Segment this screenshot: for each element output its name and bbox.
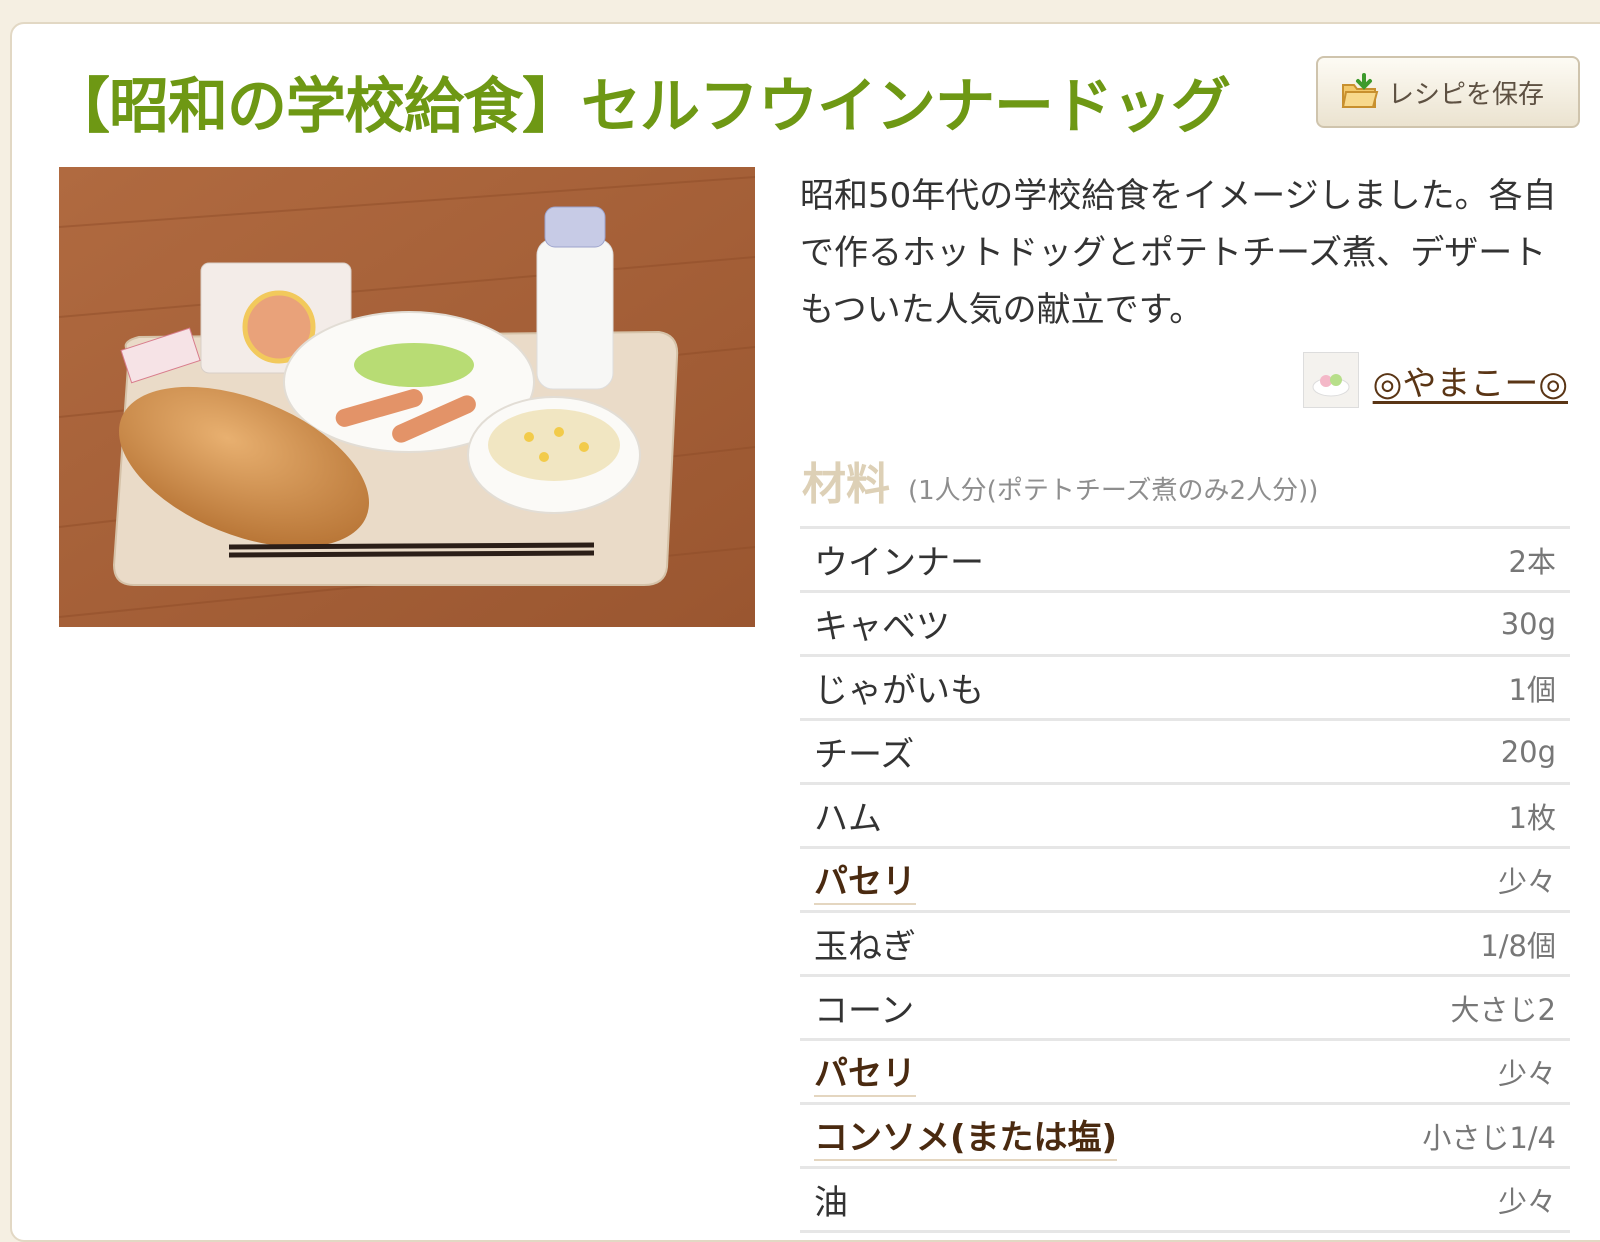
- ingredient-row: 油少々: [800, 1169, 1570, 1233]
- ingredients-title: 材料: [802, 459, 890, 510]
- ingredient-row: キャベツ 30g: [800, 593, 1570, 657]
- ingredient-amount: 20g: [1500, 734, 1556, 769]
- ingredient-row: じゃがいも 1個: [800, 657, 1570, 721]
- ingredient-row: パセリ 少々: [800, 849, 1570, 913]
- ingredient-name: チーズ: [814, 735, 915, 775]
- ingredient-row: パセリ 少々: [800, 1041, 1570, 1105]
- ingredients-servings: (1人分(ポテトチーズ煮のみ2人分)): [908, 476, 1319, 506]
- ingredient-link[interactable]: パセリ: [814, 1046, 916, 1097]
- recipe-title: 【昭和の学校給食】セルフウインナードッグ: [50, 72, 1231, 142]
- ingredient-row: ハム 1枚: [800, 785, 1570, 849]
- ingredient-amount: 少々: [1497, 1056, 1556, 1091]
- folder-download-icon: [1341, 73, 1379, 108]
- ingredient-row: ウインナー 2本: [800, 529, 1570, 593]
- ingredient-amount: 30g: [1500, 606, 1556, 641]
- ingredient-amount: 1枚: [1508, 800, 1556, 835]
- ingredient-amount: 1/8個: [1480, 928, 1556, 963]
- ingredient-name: ウインナー: [814, 543, 984, 583]
- ingredient-row: 玉ねぎ 1/8個: [800, 913, 1570, 977]
- recipe-photo: [59, 167, 755, 627]
- save-recipe-button[interactable]: レシピを保存: [1316, 56, 1580, 128]
- ingredient-row: コーン 大さじ2: [800, 977, 1570, 1041]
- ingredient-name: コーン: [814, 991, 915, 1031]
- ingredient-name: 玉ねぎ: [814, 927, 916, 967]
- ingredient-amount: 1個: [1508, 672, 1556, 707]
- ingredient-name: キャベツ: [814, 607, 950, 647]
- author-avatar[interactable]: [1302, 352, 1359, 408]
- ingredient-name: ハム: [814, 799, 882, 839]
- ingredients-header: 材料 (1人分(ポテトチーズ煮のみ2人分)): [802, 448, 1318, 512]
- ingredient-amount: 2本: [1508, 544, 1556, 579]
- ingredient-amount: 大さじ2: [1450, 992, 1556, 1027]
- recipe-description: 昭和50年代の学校給食をイメージしました。各自で作るホットドッグとポテトチーズ煮…: [800, 176, 1557, 330]
- save-recipe-label: レシピを保存: [1388, 79, 1545, 110]
- author-link[interactable]: ◎やまこー◎: [1373, 356, 1568, 405]
- ingredient-link[interactable]: パセリ: [814, 854, 916, 905]
- author[interactable]: ◎やまこー◎: [1302, 352, 1568, 408]
- ingredient-amount: 少々: [1497, 864, 1556, 899]
- ingredient-row: コンソメ(または塩) 小さじ1/4: [800, 1105, 1570, 1169]
- ingredient-row: チーズ 20g: [800, 721, 1570, 785]
- ingredients-list: ウインナー 2本 キャベツ 30g じゃがいも 1個 チーズ 20g ハム 1枚 パセリ 少々 玉ねぎ 1…: [800, 526, 1570, 1233]
- ingredient-link[interactable]: コンソメ(または塩): [814, 1110, 1118, 1161]
- ingredient-amount: 小さじ1/4: [1422, 1120, 1556, 1155]
- ingredient-name: じゃがいも: [814, 671, 984, 711]
